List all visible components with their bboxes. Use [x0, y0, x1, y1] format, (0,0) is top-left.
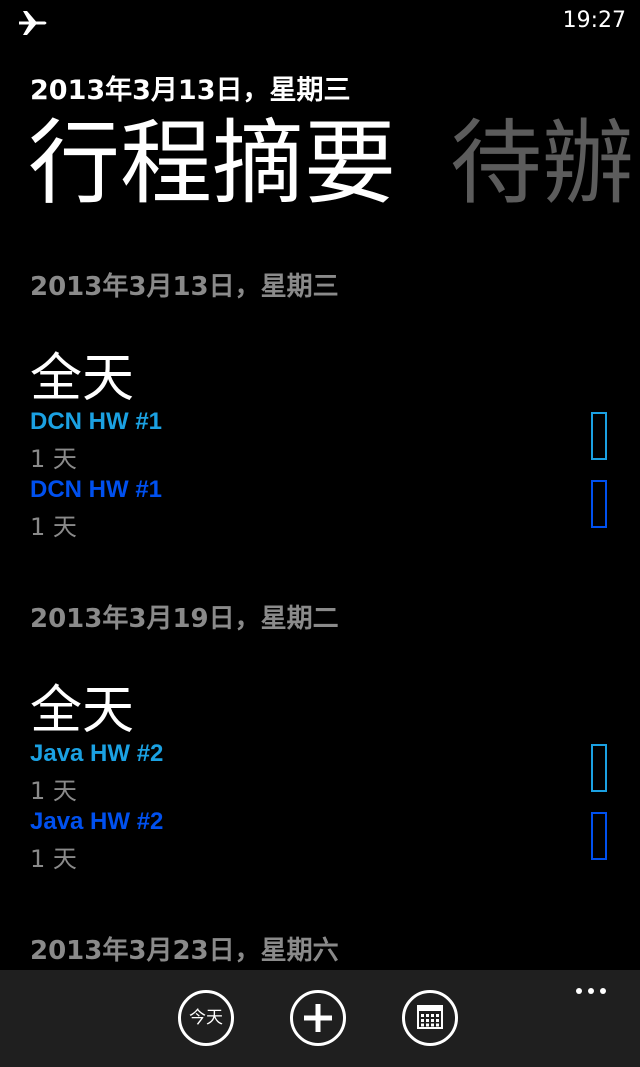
event-title: DCN HW #1 [30, 408, 163, 435]
pivot-subtitle: 2013年3月13日，星期三 [30, 75, 351, 106]
calendar-button[interactable] [402, 990, 458, 1046]
calendar-icon [417, 1005, 443, 1029]
pivot-headers: 行程摘要 待辦 [28, 104, 640, 224]
event-item[interactable]: DCN HW #1 1 天 [30, 408, 630, 473]
pivot-tab-todo[interactable]: 待辦 [450, 104, 634, 224]
plus-icon [304, 1004, 332, 1032]
calendar-color-marker [591, 812, 607, 860]
today-button[interactable]: 今天 [178, 990, 234, 1046]
event-duration: 1 天 [30, 513, 77, 541]
date-header: 2013年3月13日，星期三 [30, 272, 339, 302]
status-bar: 19:27 [0, 0, 640, 44]
status-time: 19:27 [562, 8, 626, 33]
event-title: Java HW #2 [30, 740, 164, 767]
event-title: Java HW #2 [30, 808, 164, 835]
airplane-icon [19, 11, 47, 35]
event-item[interactable]: DCN HW #1 1 天 [30, 476, 630, 541]
event-item[interactable]: Java HW #2 1 天 [30, 808, 630, 873]
add-button[interactable] [290, 990, 346, 1046]
calendar-color-marker [591, 744, 607, 792]
event-duration: 1 天 [30, 845, 77, 873]
allday-label: 全天 [30, 681, 135, 741]
more-icon[interactable] [572, 978, 610, 1002]
calendar-color-marker [591, 480, 607, 528]
calendar-color-marker [591, 412, 607, 460]
event-item[interactable]: Java HW #2 1 天 [30, 740, 630, 805]
allday-label: 全天 [30, 349, 135, 409]
app-bar: 今天 [0, 970, 640, 1067]
event-duration: 1 天 [30, 777, 77, 805]
today-button-label: 今天 [189, 1008, 223, 1028]
event-duration: 1 天 [30, 445, 77, 473]
event-title: DCN HW #1 [30, 476, 163, 503]
date-header: 2013年3月19日，星期二 [30, 604, 339, 634]
pivot-tab-agenda[interactable]: 行程摘要 [28, 104, 396, 224]
date-header: 2013年3月23日，星期六 [30, 936, 339, 966]
